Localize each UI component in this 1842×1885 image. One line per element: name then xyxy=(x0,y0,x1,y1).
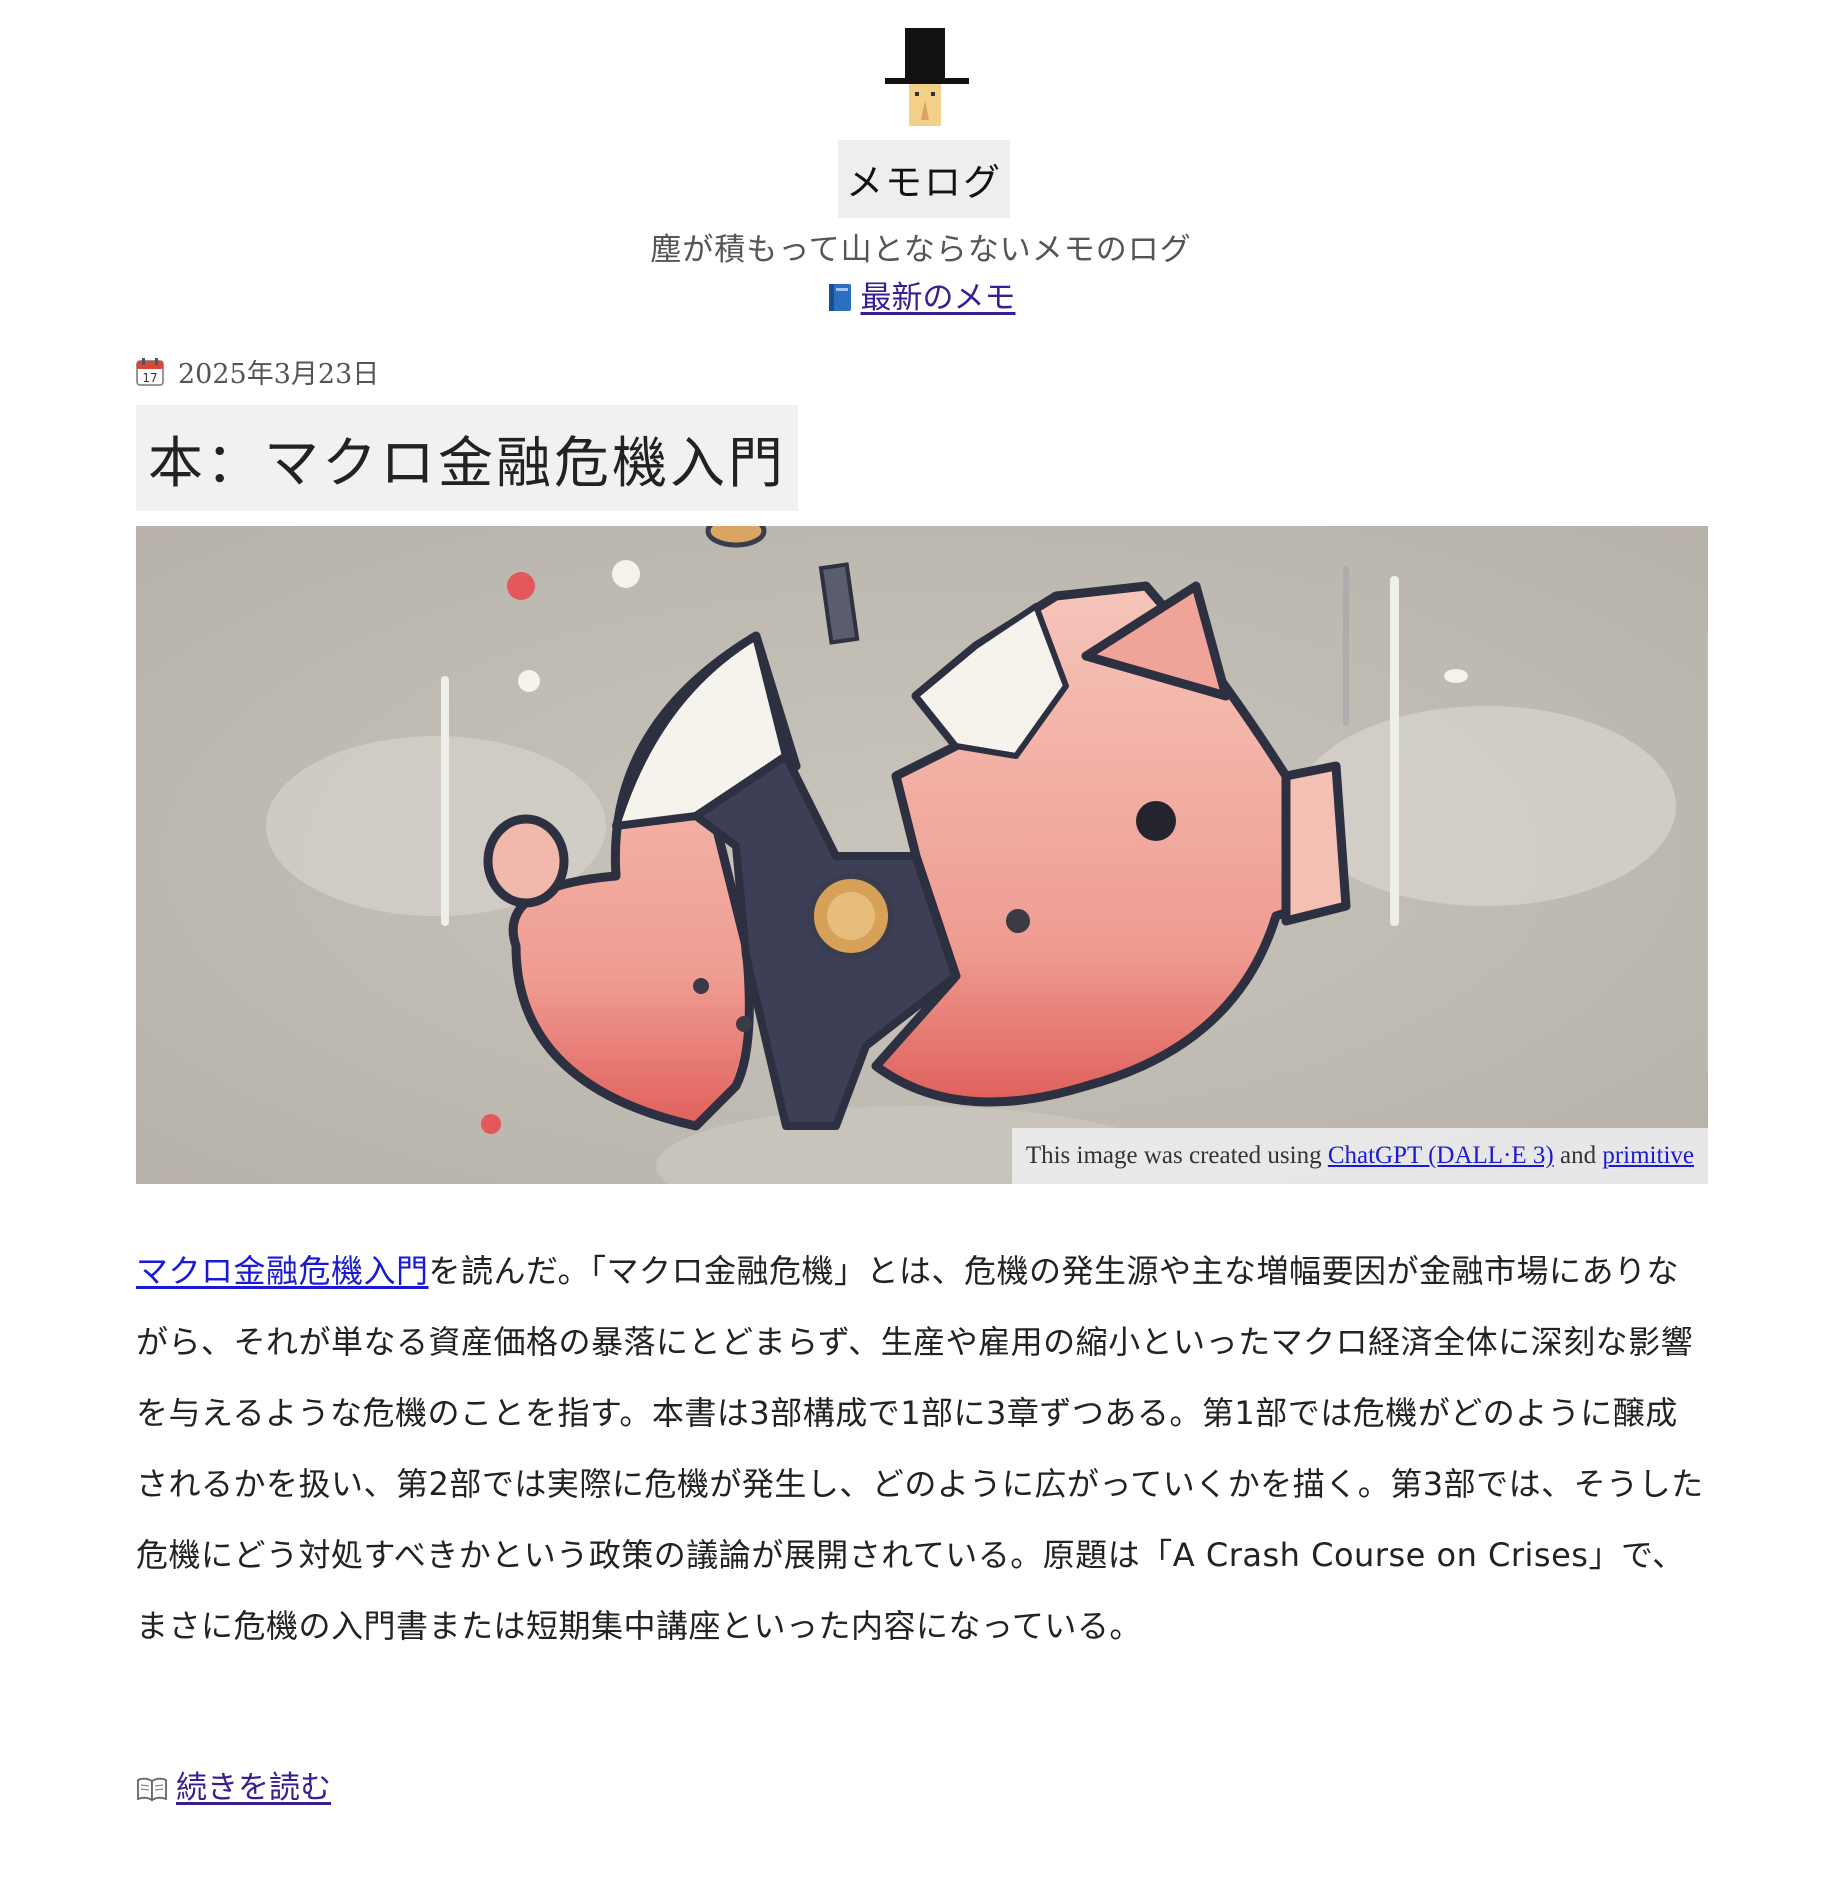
credit-primitive-link[interactable]: primitive xyxy=(1602,1142,1694,1169)
post-title[interactable]: 本：マクロ金融危機入門 xyxy=(148,418,786,498)
cracked-piggy-bank-illustration xyxy=(136,526,1708,1184)
post-date-text: 2025年3月23日 xyxy=(178,359,380,390)
top-hat-logo-icon[interactable] xyxy=(885,28,969,128)
open-book-icon xyxy=(137,1777,167,1802)
latest-memo-nav: 最新のメモ xyxy=(0,272,1842,317)
credit-prefix: This image was created using xyxy=(1025,1142,1322,1169)
credit-chatgpt-link[interactable]: ChatGPT (DALL·E 3) xyxy=(1328,1142,1554,1169)
site-tagline: 塵が積もって山とならないメモのログ xyxy=(650,232,1192,268)
latest-memo-label: 最新のメモ xyxy=(860,280,1016,316)
read-more: 続きを読む xyxy=(136,1762,331,1807)
image-credit: This image was created using ChatGPT (DA… xyxy=(1011,1128,1708,1184)
latest-memo-link[interactable]: 最新のメモ xyxy=(827,280,1016,316)
book-link[interactable]: マクロ金融危機入門 xyxy=(136,1252,429,1290)
blue-book-icon xyxy=(828,284,851,311)
post-title-box[interactable]: 本：マクロ金融危機入門 xyxy=(136,405,799,511)
svg-text:17: 17 xyxy=(142,371,157,385)
calendar-icon: 17 xyxy=(136,357,164,386)
post-summary-text: を読んだ。「マクロ金融危機」とは、危機の発生源や主な増幅要因が金融市場にありなが… xyxy=(136,1252,1704,1645)
site-title-box[interactable]: メモログ xyxy=(838,140,1010,218)
read-more-link[interactable]: 続きを読む xyxy=(136,1770,331,1806)
hero-image: This image was created using ChatGPT (DA… xyxy=(136,526,1708,1184)
page: メモログ 塵が積もって山とならないメモのログ 最新のメモ 17 2025年3月2… xyxy=(0,0,1842,1885)
credit-middle: and xyxy=(1559,1142,1597,1169)
read-more-label: 続きを読む xyxy=(176,1770,331,1806)
site-title[interactable]: メモログ xyxy=(846,152,1002,206)
post-summary: マクロ金融危機入門を読んだ。「マクロ金融危機」とは、危機の発生源や主な増幅要因が… xyxy=(136,1236,1708,1662)
post-date: 17 2025年3月23日 xyxy=(136,352,379,391)
